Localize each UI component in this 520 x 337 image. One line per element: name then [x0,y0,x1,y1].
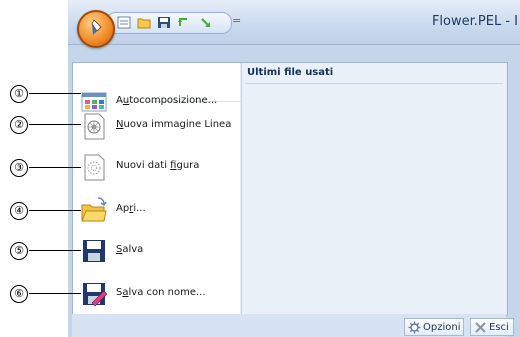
divider [245,83,503,84]
menu-item-nuovi-dati-figura[interactable]: Nuovi dati figura [74,148,240,186]
callout-6: ⑥ [10,285,28,303]
gear-icon [408,321,421,334]
close-icon [475,322,486,333]
menu-item-salva-con-nome[interactable]: Salva con nome... [74,275,240,313]
callout-5: ⑤ [10,242,28,260]
save-as-icon [83,283,108,307]
figure-data-icon [84,154,105,181]
menu-item-label: Apri... [116,203,146,214]
recent-files-title: Ultimi file usati [247,67,334,78]
menu-item-label: Autocomposizione... [116,95,218,106]
callout-3: ③ [10,159,28,177]
menu-item-label: Nuova immagine Linea [116,119,232,130]
redo-arrow-icon[interactable] [199,16,213,29]
callout-line [29,293,81,294]
undo-arrow-icon[interactable] [177,16,191,29]
callout-4: ④ [10,202,28,220]
window-title: Flower.PEL - I [431,14,518,29]
menu-item-label: Salva con nome... [116,287,206,298]
exit-button[interactable]: Esci [470,318,514,336]
callout-line [29,93,81,94]
callout-line [29,250,81,251]
open-folder-icon[interactable] [137,16,151,29]
menu-item-apri[interactable]: Apri... [74,191,240,229]
callout-1: ① [10,85,28,103]
menu-item-label: Salva [116,244,144,255]
options-button[interactable]: Opzioni [404,318,464,336]
menu-item-salva[interactable]: Salva [74,232,240,270]
exit-label: Esci [489,322,509,333]
quick-access-toolbar [106,12,232,34]
open-folder-icon [81,197,107,222]
save-disk-icon[interactable] [157,16,171,29]
pen-icon [91,19,102,35]
save-icon [83,240,105,262]
quick-access-customize-icon[interactable]: = [232,14,241,27]
callout-2: ② [10,116,28,134]
menu-item-nuova-immagine-linea[interactable]: Nuova immagine Linea [74,107,240,145]
recent-files-panel [241,63,506,314]
callout-line [29,124,81,125]
callout-line [29,167,81,168]
line-image-icon [84,113,105,140]
menu-item-label: Nuovi dati figura [116,160,200,171]
options-label: Opzioni [423,322,461,333]
new-doc-icon[interactable] [117,16,131,29]
callout-line [29,210,81,211]
